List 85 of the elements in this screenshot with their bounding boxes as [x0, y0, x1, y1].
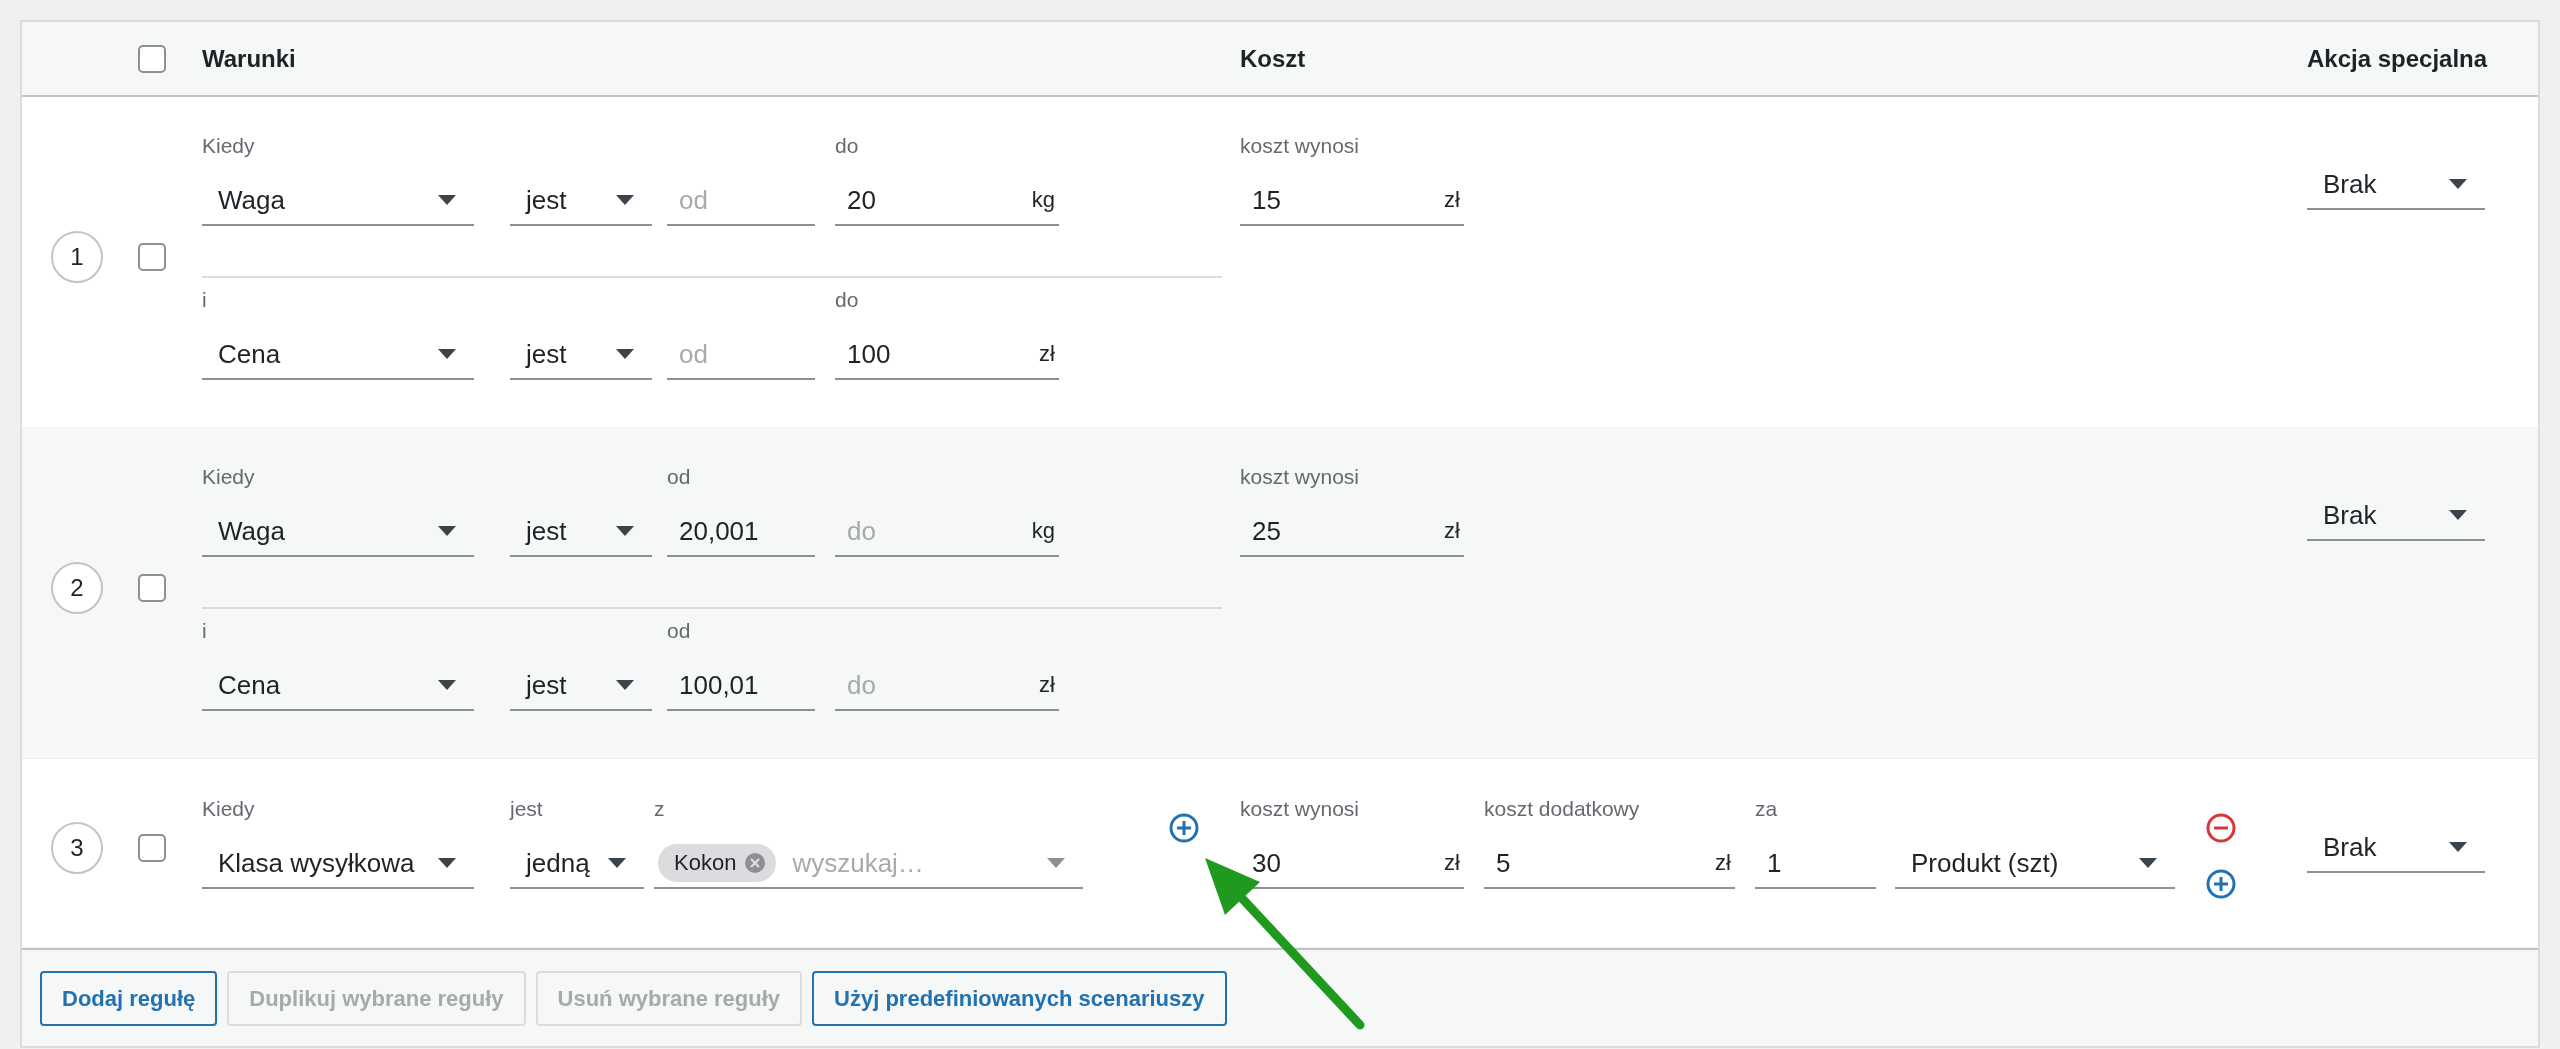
input-field[interactable]: 100	[835, 338, 1040, 370]
dropdown[interactable]: Waga	[202, 176, 474, 226]
caret-icon	[2447, 509, 2469, 521]
field-label: do	[835, 287, 860, 313]
field-label: koszt dodatkowy	[1484, 796, 1641, 822]
dropdown[interactable]: Cena	[202, 661, 474, 711]
dropdown[interactable]: jest	[510, 176, 652, 226]
unit-label: zł	[1715, 850, 1732, 876]
add-rule-button[interactable]: Dodaj regułę	[40, 971, 218, 1026]
caret-icon	[436, 857, 458, 869]
dropdown[interactable]: Cena	[202, 330, 474, 380]
field-label: od	[667, 464, 692, 490]
tag-select-field[interactable]: Kokon wyszukaj…	[654, 839, 1083, 889]
caret-icon	[614, 194, 636, 206]
unit-label: kg	[1031, 187, 1056, 213]
field-label: koszt wynosi	[1240, 133, 1361, 159]
field-label: Kiedy	[202, 796, 256, 822]
caret-icon	[614, 525, 636, 537]
caret-icon	[2447, 841, 2469, 853]
field-label: za	[1755, 796, 1779, 822]
field-label: Kiedy	[202, 464, 256, 490]
field-label: jest	[510, 796, 544, 822]
field-label: i	[202, 618, 208, 644]
input-field[interactable]: 30	[1240, 847, 1445, 879]
field-label: do	[835, 133, 860, 159]
column-header: Warunki	[202, 44, 297, 73]
rule-number: 3	[51, 822, 103, 874]
dropdown[interactable]: jest	[510, 330, 652, 380]
field-label: Kiedy	[202, 133, 256, 159]
input-field[interactable]: 20	[835, 184, 1032, 216]
input-field[interactable]: do	[835, 669, 1040, 701]
field-label: od	[667, 618, 692, 644]
checkbox[interactable]	[138, 573, 166, 602]
checkbox[interactable]	[138, 834, 166, 862]
field-label: koszt wynosi	[1240, 464, 1361, 490]
unit-label: zł	[1039, 341, 1056, 367]
field-label: koszt wynosi	[1240, 796, 1361, 822]
caret-icon	[2137, 857, 2159, 869]
add-icon[interactable]	[1168, 812, 1200, 844]
checkbox[interactable]	[138, 242, 166, 271]
remove-icon[interactable]	[2205, 812, 2237, 844]
rule-number: 1	[51, 230, 103, 283]
search-input[interactable]: wyszukaj…	[790, 846, 1031, 880]
unit-label: zł	[1444, 187, 1461, 213]
dropdown[interactable]: Klasa wysyłkowa	[202, 839, 474, 889]
add-icon[interactable]	[2205, 868, 2237, 900]
caret-icon	[1045, 857, 1067, 869]
checkbox[interactable]	[138, 44, 166, 73]
unit-label: zł	[1444, 850, 1461, 876]
input-field[interactable]: 1	[1755, 847, 1876, 879]
dropdown[interactable]: Produkt (szt)	[1895, 839, 2175, 889]
input-field[interactable]: 100,01	[667, 669, 815, 701]
dropdown[interactable]: Brak	[2307, 160, 2485, 210]
input-field[interactable]: 25	[1240, 515, 1445, 547]
caret-icon	[614, 679, 636, 691]
rule-number: 2	[51, 561, 103, 614]
input-field[interactable]: 5	[1484, 847, 1716, 879]
tag-chip[interactable]: Kokon	[658, 844, 777, 882]
dropdown[interactable]: jedną	[510, 839, 644, 889]
dropdown[interactable]: jest	[510, 507, 652, 557]
caret-icon	[436, 679, 458, 691]
dropdown[interactable]: Waga	[202, 507, 474, 557]
caret-icon	[436, 194, 458, 206]
dropdown[interactable]: Brak	[2307, 491, 2485, 541]
unit-label: zł	[1444, 518, 1461, 544]
input-field[interactable]: 15	[1240, 184, 1445, 216]
unit-label: zł	[1039, 672, 1056, 698]
remove-icon[interactable]	[744, 852, 767, 874]
caret-icon	[614, 348, 636, 360]
caret-icon	[436, 348, 458, 360]
caret-icon	[436, 525, 458, 537]
column-header: Koszt	[1240, 44, 1307, 73]
action-button[interactable]: Użyj predefiniowanych scenariuszy	[812, 971, 1227, 1026]
input-field[interactable]: od	[667, 338, 815, 370]
field-label: z	[654, 796, 666, 822]
column-header: Akcja specjalna	[2307, 44, 2489, 73]
input-field[interactable]: do	[835, 515, 1032, 547]
input-field[interactable]: 20,001	[667, 515, 815, 547]
dropdown[interactable]: Brak	[2307, 823, 2485, 873]
caret-icon	[2447, 178, 2469, 190]
input-field[interactable]: od	[667, 184, 815, 216]
field-label: i	[202, 287, 208, 313]
unit-label: kg	[1031, 518, 1056, 544]
caret-icon	[606, 857, 628, 869]
dropdown[interactable]: jest	[510, 661, 652, 711]
